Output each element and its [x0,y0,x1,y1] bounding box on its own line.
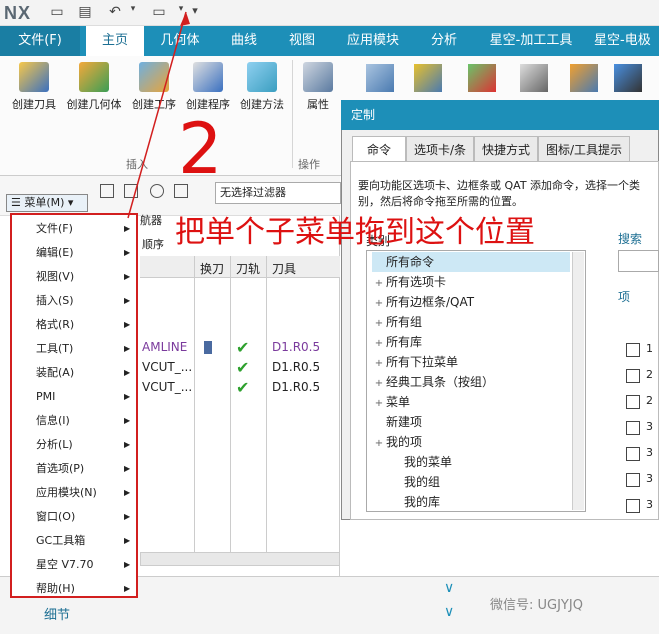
annotation-number: 2 [178,108,223,190]
annotation-text: 把单个子菜单拖到这个位置 [175,215,535,250]
annotation-arrow [127,11,190,219]
